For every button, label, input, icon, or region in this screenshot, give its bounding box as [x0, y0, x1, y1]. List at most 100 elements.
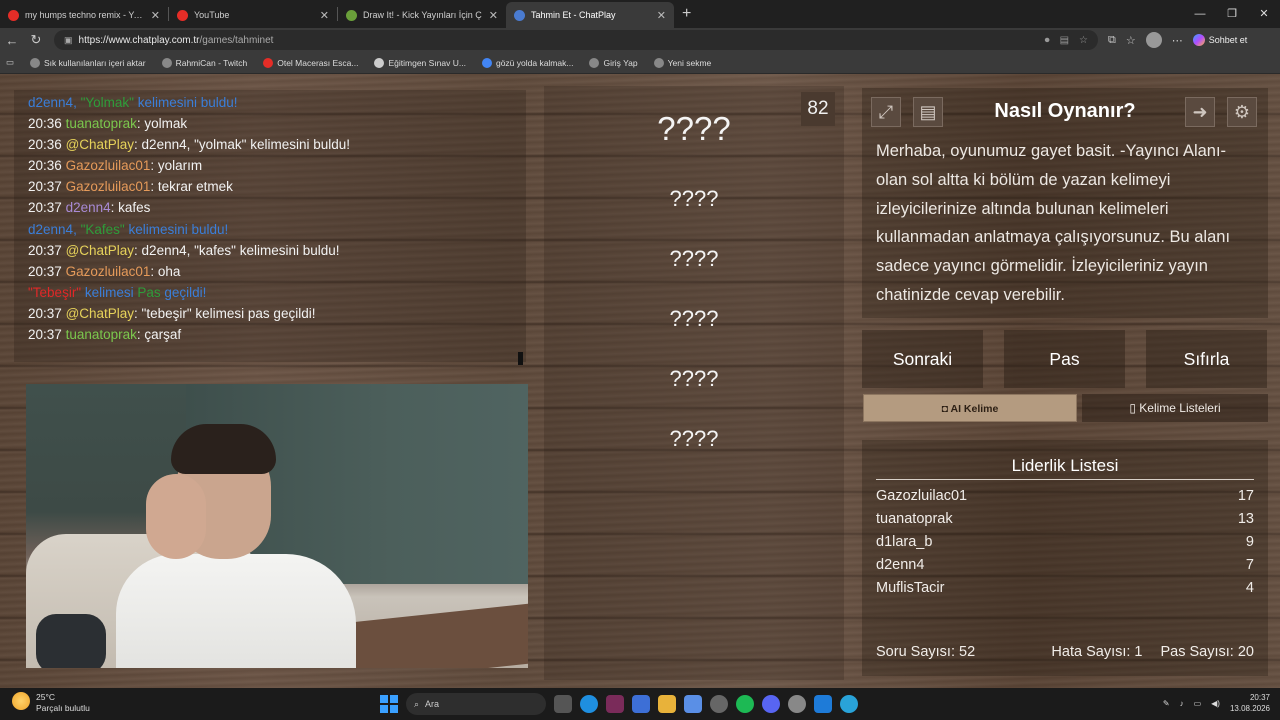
- pass-button[interactable]: Pas: [1004, 330, 1125, 388]
- reset-button[interactable]: Sıfırla: [1146, 330, 1267, 388]
- leaderboard-title: Liderlik Listesi: [1011, 456, 1119, 475]
- bookmarks-panel-icon[interactable]: ▭: [6, 57, 20, 68]
- start-windows-icon[interactable]: [380, 695, 398, 713]
- chatgpt-icon[interactable]: [788, 695, 806, 713]
- settings-app-icon[interactable]: [710, 695, 728, 713]
- ai-word-label: AI Kelime: [950, 403, 999, 415]
- tab-2[interactable]: YouTube ✕: [169, 2, 337, 28]
- file-explorer-icon[interactable]: [658, 695, 676, 713]
- more-menu-icon[interactable]: ⋯: [1172, 34, 1183, 47]
- favorites-icon[interactable]: ☆: [1126, 34, 1136, 47]
- site-info-icon[interactable]: ▣: [64, 35, 73, 46]
- store-icon[interactable]: [632, 695, 650, 713]
- chat-time: 20:36: [28, 116, 62, 132]
- microphone-icon[interactable]: ⏺: [1045, 35, 1050, 46]
- word-lists-button[interactable]: ▯ Kelime Listeleri: [1082, 394, 1268, 422]
- list-icon: ▯: [1129, 401, 1140, 415]
- bookmark-newtab[interactable]: Yeni sekme: [648, 57, 718, 68]
- spotify-icon[interactable]: [736, 695, 754, 713]
- player-name: Gazozluilac01: [876, 488, 968, 504]
- chat-message: 20:37 @ChatPlay: "tebeşir" kelimesi pas …: [28, 303, 524, 324]
- vscode-icon[interactable]: [814, 695, 832, 713]
- task-view-icon[interactable]: [554, 695, 572, 713]
- bookmark-rahmican[interactable]: RahmiCan - Twitch: [156, 57, 254, 68]
- bookmark-import[interactable]: Sık kullanılanları içeri aktar: [24, 57, 152, 68]
- bookmark-otel[interactable]: Otel Macerası Esca...: [257, 57, 364, 68]
- address-bar[interactable]: ▣ https://www.chatplay.com.tr/games/tahm…: [54, 30, 1098, 50]
- volume-icon[interactable]: ◀): [1211, 699, 1220, 708]
- clock[interactable]: 20:37 13.08.2026: [1230, 692, 1270, 714]
- tab-title: Draw It! - Kick Yayınları İçin Ç: [363, 10, 482, 20]
- bookmark-giris[interactable]: Giriş Yap: [583, 57, 643, 68]
- next-button-label: Sonraki: [892, 349, 953, 369]
- copilot-label: Sohbet et: [1208, 35, 1248, 45]
- weather-desc: Parçalı bulutlu: [36, 703, 90, 713]
- tab-4-active[interactable]: Tahmin Et - ChatPlay ✕: [506, 2, 674, 28]
- minimize-icon[interactable]: —: [1184, 0, 1216, 28]
- bookmark-egitimgen[interactable]: Eğitimgen Sınav U...: [368, 57, 471, 68]
- leaderboard-row: Gazozluilac01 17: [876, 488, 1254, 504]
- reader-icon[interactable]: ▤: [1060, 35, 1069, 46]
- chat-user: tuanatoprak: [65, 327, 137, 343]
- webcam-person-hand: [146, 474, 206, 559]
- pen-icon[interactable]: ✎: [1163, 699, 1170, 708]
- favorite-star-icon[interactable]: ☆: [1079, 35, 1088, 46]
- back-icon[interactable]: ←: [0, 33, 24, 48]
- app-icon[interactable]: [606, 695, 624, 713]
- chat-user: d2enn4: [28, 221, 74, 237]
- next-button[interactable]: Sonraki: [862, 330, 983, 388]
- tab-close-icon[interactable]: ✕: [657, 9, 666, 22]
- chat-time: 20:37: [28, 305, 62, 321]
- chat-text: : kafes: [110, 200, 151, 216]
- tab-1[interactable]: my humps techno remix - YouTub ✕: [0, 2, 168, 28]
- telegram-icon[interactable]: [840, 695, 858, 713]
- network-icon[interactable]: ▭: [1194, 699, 1202, 708]
- taskbar-search[interactable]: ⌕ Ara: [406, 693, 546, 715]
- close-window-icon[interactable]: ✕: [1248, 0, 1280, 28]
- fullscreen-icon[interactable]: ⤢: [871, 97, 901, 127]
- reset-button-label: Sıfırla: [1183, 349, 1230, 369]
- copilot-button[interactable]: Sohbet et: [1192, 34, 1248, 46]
- profile-avatar-icon[interactable]: [1145, 32, 1162, 48]
- player-score: 7: [1245, 557, 1254, 573]
- bookmark-gozu[interactable]: gözü yolda kalmak...: [476, 57, 579, 68]
- copilot-app-icon[interactable]: [684, 695, 702, 713]
- chat-message: 20:37 Gazozluilac01: oha: [28, 261, 524, 282]
- tab-close-icon[interactable]: ✕: [151, 9, 160, 22]
- leaderboard-row: tuanatoprak 13: [876, 511, 1254, 527]
- error-count: Hata Sayısı: 1: [1051, 644, 1143, 660]
- globe-icon: [589, 57, 600, 68]
- ai-word-button[interactable]: ◘ AI Kelime: [863, 394, 1077, 422]
- chat-scrollbar[interactable]: [518, 352, 523, 365]
- player-name: d2enn4: [876, 557, 925, 573]
- bookmarks-bar: ▭ Sık kullanılanları içeri aktar RahmiCa…: [0, 52, 1280, 74]
- player-score: 17: [1237, 488, 1254, 504]
- new-tab-icon[interactable]: +: [674, 5, 699, 23]
- game-stats: Soru Sayısı: 52 Hata Sayısı: 1 Pas Sayıs…: [876, 644, 1254, 660]
- chat-user: Gazozluilac01: [65, 263, 151, 279]
- clock-date: 13.08.2026: [1229, 704, 1270, 713]
- discord-icon[interactable]: [762, 695, 780, 713]
- edge-icon[interactable]: [580, 695, 598, 713]
- chat-user: Gazozluilac01: [65, 179, 151, 195]
- settings-gear-icon[interactable]: ⚙: [1227, 97, 1257, 127]
- browser-tab-bar: my humps techno remix - YouTub ✕ YouTube…: [0, 0, 1280, 28]
- microphone-tray-icon[interactable]: ♪: [1180, 699, 1184, 708]
- address-bar-actions: ⏺ ▤ ☆: [1045, 35, 1088, 46]
- tab-close-icon[interactable]: ✕: [320, 9, 329, 22]
- player-name: tuanatoprak: [876, 511, 953, 527]
- chat-message: 20:37 Gazozluilac01: tekrar etmek: [28, 176, 524, 197]
- tab-3[interactable]: Draw It! - Kick Yayınları İçin Ç ✕: [338, 2, 506, 28]
- chat-end: geçildi!: [160, 284, 207, 300]
- chat-sep: ,: [73, 221, 81, 237]
- system-tray: ✎ ♪ ▭ ◀) 20:37 13.08.2026: [1163, 692, 1270, 714]
- restore-icon[interactable]: ❐: [1216, 0, 1248, 28]
- bookmark-label: gözü yolda kalmak...: [495, 57, 574, 68]
- weather-widget[interactable]: 25°C Parçalı bulutlu: [12, 692, 90, 714]
- reload-icon[interactable]: ↻: [24, 32, 48, 48]
- question-count: Soru Sayısı: 52: [876, 644, 976, 660]
- chat-text: : d2enn4, "yolmak" kelimesini buldu!: [134, 137, 350, 153]
- weather-temp: 25°C: [36, 692, 55, 702]
- tab-close-icon[interactable]: ✕: [489, 9, 498, 22]
- extensions-icon[interactable]: ⧉: [1108, 34, 1116, 47]
